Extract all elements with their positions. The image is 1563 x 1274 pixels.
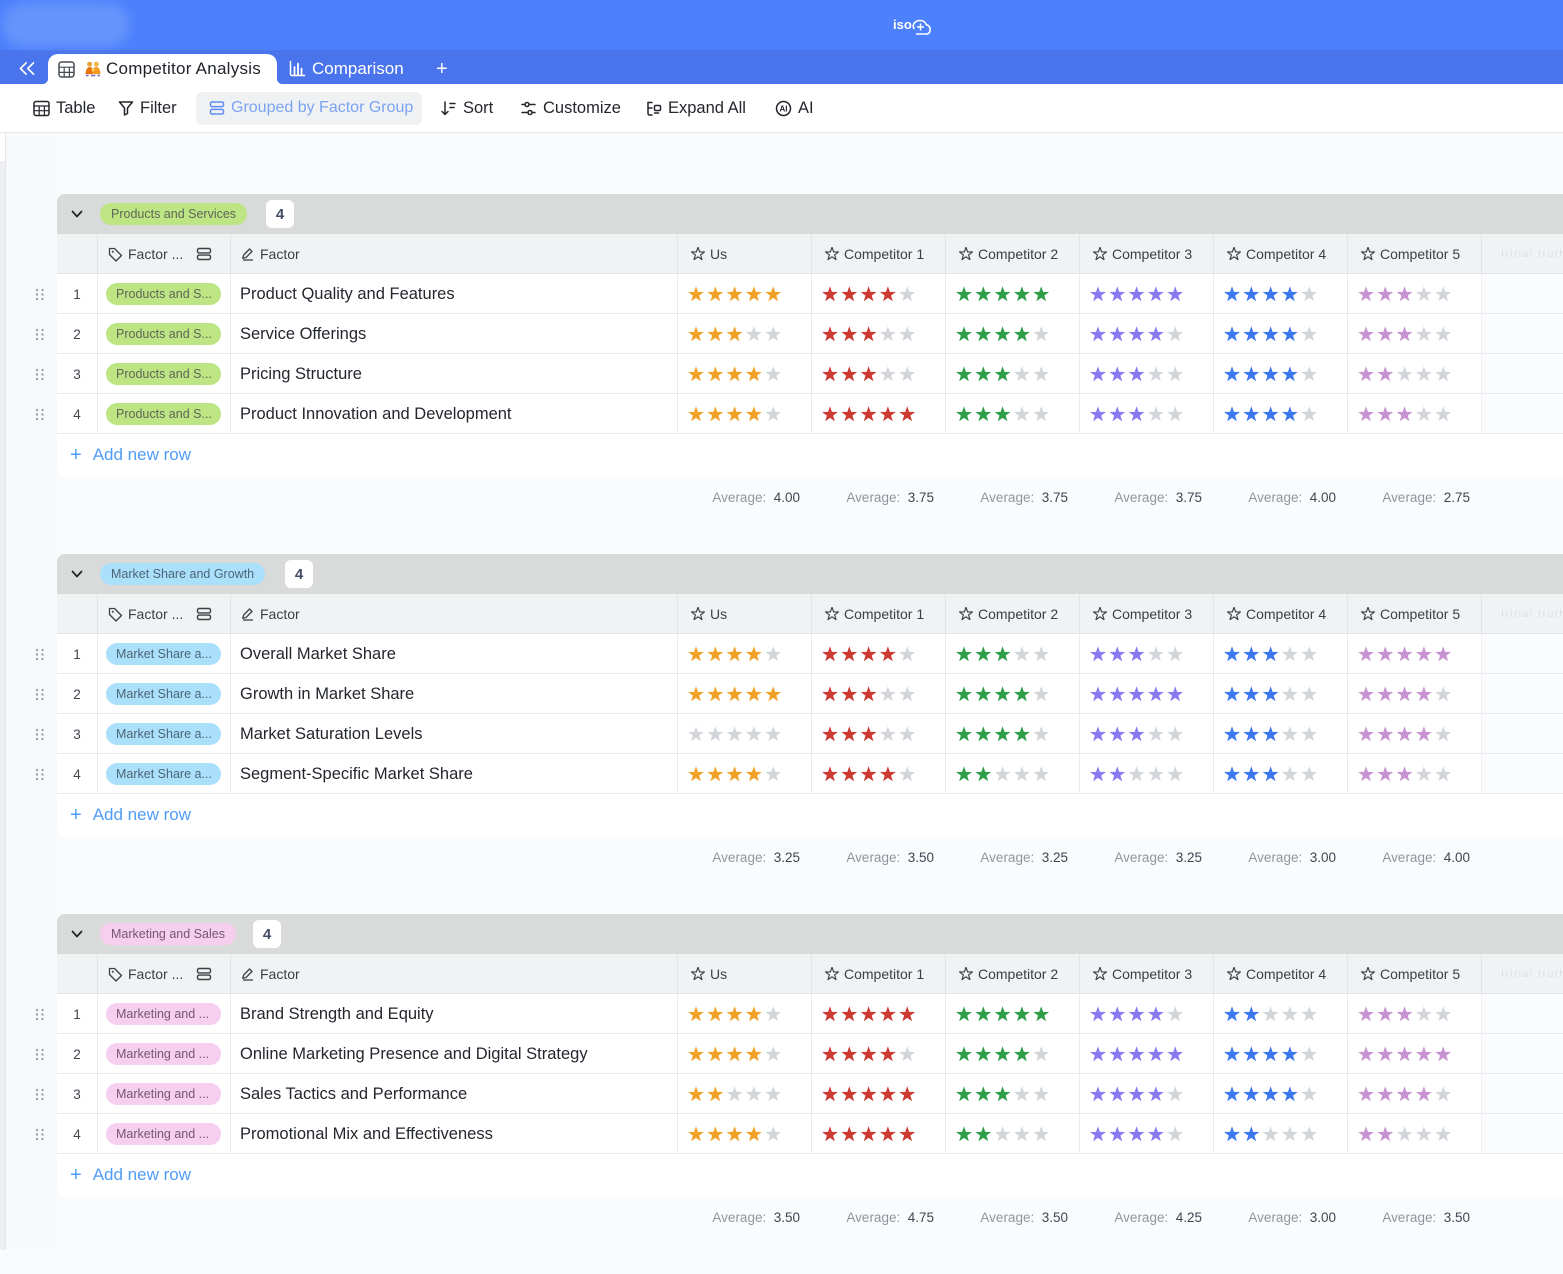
svg-text:iso: iso (893, 17, 912, 32)
svg-text:AI: AI (780, 104, 788, 113)
